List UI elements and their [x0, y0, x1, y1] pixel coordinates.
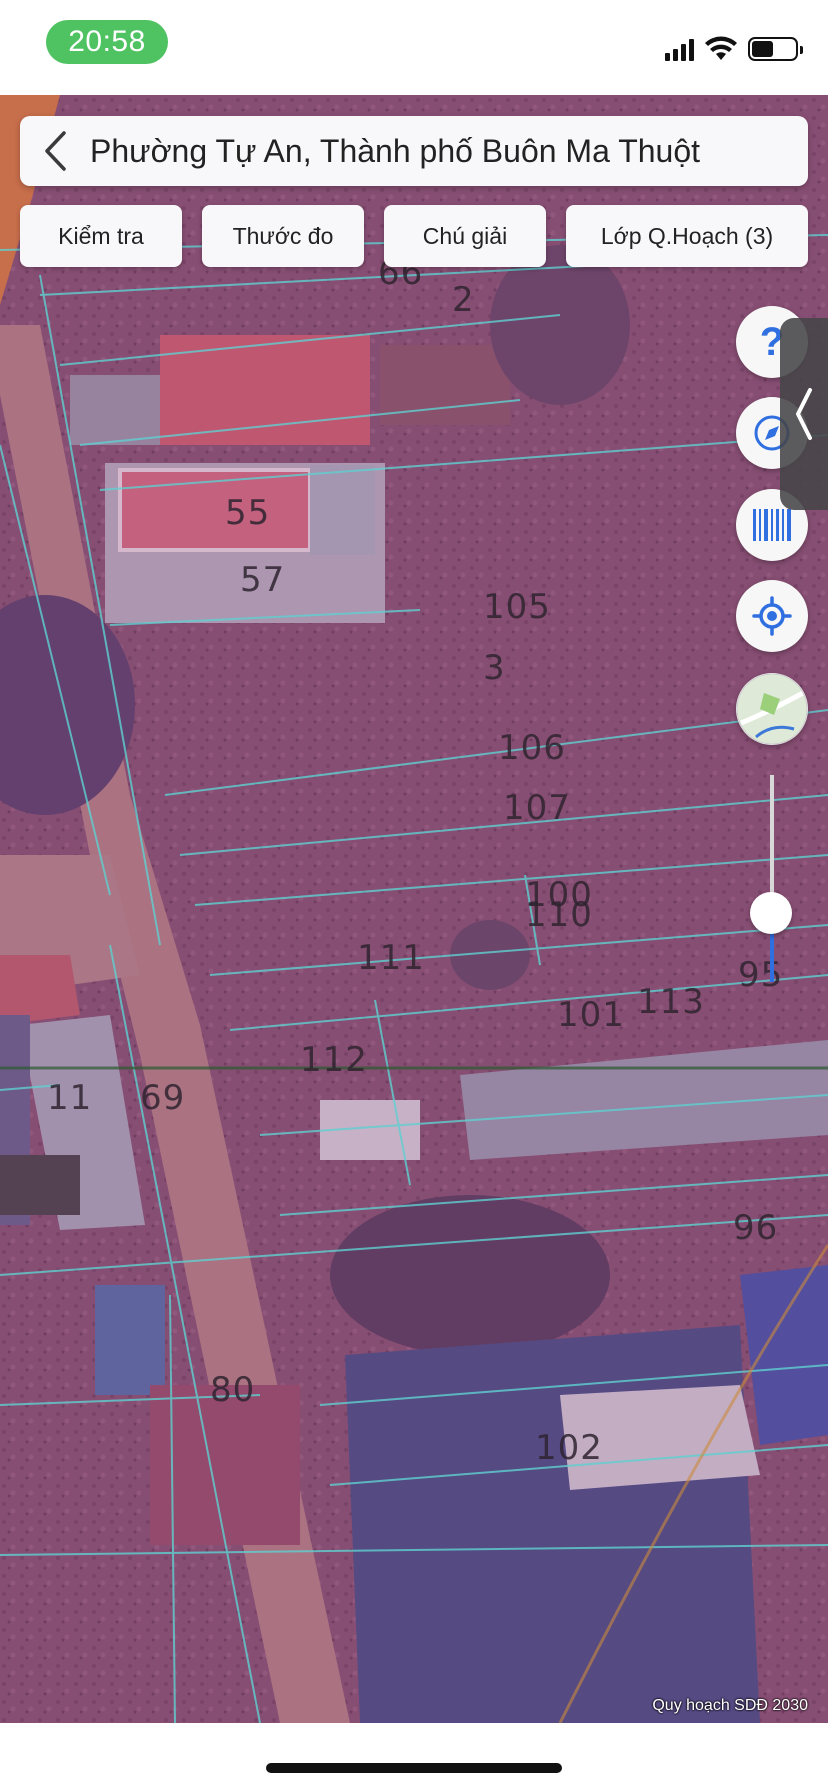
side-panel-handle[interactable]	[780, 318, 828, 510]
parcel-number: 107	[503, 788, 571, 828]
parcel-number: 106	[498, 728, 566, 768]
battery-icon	[748, 37, 803, 61]
planning-layers-button[interactable]: Lớp Q.Hoạch (3)	[566, 205, 808, 267]
parcel-number: 2	[452, 280, 475, 320]
parcel-number: 80	[210, 1370, 256, 1410]
satellite-map[interactable]: 66 2 55 57 105 3 106 107 100 110 111 95 …	[0, 95, 828, 1723]
home-area	[0, 1723, 828, 1792]
cellular-signal-icon	[665, 37, 694, 61]
parcel-number: 101	[557, 995, 625, 1035]
zoom-slider-thumb[interactable]	[750, 892, 792, 934]
status-time: 20:58	[46, 20, 168, 64]
parcel-number: 3	[483, 648, 506, 688]
chevron-left-icon	[45, 131, 66, 171]
parcel-number: 95	[738, 955, 784, 995]
parcel-number: 11	[47, 1078, 93, 1118]
location-title: Phường Tự An, Thành phố Buôn Ma Thuột	[90, 132, 701, 169]
parcel-number: 105	[483, 587, 551, 627]
barcode-icon	[753, 509, 791, 541]
location-bar[interactable]: Phường Tự An, Thành phố Buôn Ma Thuột	[20, 116, 808, 186]
parcel-number: 96	[733, 1208, 779, 1248]
parcel-number: 102	[535, 1428, 603, 1468]
chevron-left-icon	[796, 388, 812, 440]
basemap-button[interactable]	[736, 673, 808, 745]
locate-icon	[752, 596, 792, 636]
parcel-number: 110	[525, 895, 593, 935]
parcel-number: 55	[225, 493, 271, 533]
parcel-number: 69	[140, 1078, 186, 1118]
parcel-number: 111	[357, 938, 425, 978]
status-icons	[665, 34, 803, 64]
map-imagery	[0, 95, 828, 1723]
parcel-number: 113	[637, 982, 705, 1022]
check-button[interactable]: Kiểm tra	[20, 205, 182, 267]
status-bar: 20:58	[0, 0, 828, 95]
wifi-icon	[705, 36, 737, 60]
home-indicator[interactable]	[266, 1763, 562, 1773]
parcel-number: 112	[300, 1040, 368, 1080]
map-toolbar: Kiểm tra Thước đo Chú giải Lớp Q.Hoạch (…	[20, 205, 808, 267]
measure-button[interactable]: Thước đo	[202, 205, 364, 267]
back-button[interactable]	[20, 116, 90, 186]
zoom-slider-fill	[770, 930, 774, 982]
parcel-number: 57	[240, 560, 286, 600]
basemap-thumbnail	[736, 673, 808, 745]
zoom-slider-track[interactable]	[770, 775, 774, 911]
legend-button[interactable]: Chú giải	[384, 205, 546, 267]
map-attribution: Quy hoạch SDĐ 2030	[652, 1697, 808, 1714]
locate-button[interactable]	[736, 580, 808, 652]
